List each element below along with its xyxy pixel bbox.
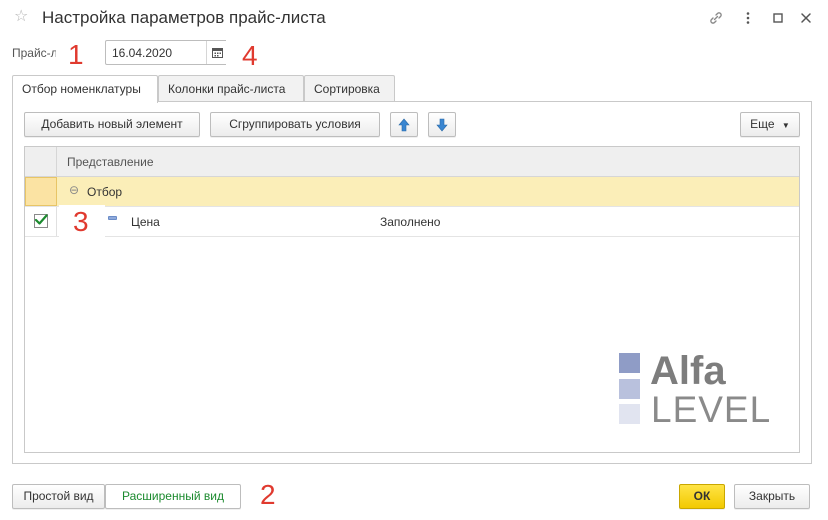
date-value: 16.04.2020 xyxy=(112,46,173,60)
logo-text-alfa: Alfa xyxy=(650,349,726,393)
logo-square xyxy=(619,379,640,399)
logo-square xyxy=(619,353,640,373)
more-button-label: Еще xyxy=(750,117,775,131)
annotation-2: 2 xyxy=(260,479,276,510)
group-conditions-button[interactable]: Сгруппировать условия xyxy=(210,112,380,137)
maximize-icon[interactable] xyxy=(768,8,788,28)
table-row[interactable]: 3 Цена Заполнено xyxy=(25,205,799,239)
row-check-cell[interactable] xyxy=(25,207,57,236)
annotation-3: 3 xyxy=(73,206,89,237)
condition-value: Заполнено xyxy=(380,215,441,229)
window-title: Настройка параметров прайс-листа xyxy=(42,8,326,27)
arrow-up-icon xyxy=(398,118,410,131)
row-checkbox[interactable] xyxy=(34,214,48,228)
header-check-column xyxy=(25,147,57,176)
extended-view-button[interactable]: Расширенный вид xyxy=(105,484,241,509)
dropdown-arrow-icon: ▼ xyxy=(781,121,790,130)
close-icon[interactable] xyxy=(796,8,816,28)
table-header: Представление xyxy=(25,147,799,177)
more-vertical-icon[interactable] xyxy=(738,8,758,28)
move-down-button[interactable] xyxy=(428,112,456,137)
condition-item-icon xyxy=(108,216,117,220)
arrow-down-icon xyxy=(436,118,448,131)
close-button[interactable]: Закрыть xyxy=(734,484,810,509)
collapse-icon[interactable]: ⊖ xyxy=(69,183,79,197)
condition-label: Цена xyxy=(131,215,160,229)
simple-view-button[interactable]: Простой вид xyxy=(12,484,105,509)
annotation-1: 1 xyxy=(68,39,84,70)
date-input[interactable]: 16.04.2020 xyxy=(105,40,229,65)
tab-filter-nomenclature[interactable]: Отбор номенклатуры xyxy=(12,75,158,103)
checkmark-icon xyxy=(34,214,48,225)
move-up-button[interactable] xyxy=(390,112,418,137)
more-button[interactable]: Еще ▼ xyxy=(740,112,800,137)
calendar-icon[interactable] xyxy=(206,41,228,64)
row-check-cell[interactable] xyxy=(25,177,57,206)
logo-text-level: LEVEL xyxy=(651,389,772,430)
table-row-group[interactable]: ⊖ Отбор xyxy=(25,177,799,207)
tab-pricelist-columns[interactable]: Колонки прайс-листа xyxy=(158,75,304,102)
add-element-button[interactable]: Добавить новый элемент xyxy=(24,112,200,137)
annotation-4: 4 xyxy=(242,40,258,71)
column-header-representation: Представление xyxy=(67,155,154,169)
favorite-star-icon[interactable]: ☆ xyxy=(14,8,32,26)
tab-sorting[interactable]: Сортировка xyxy=(304,75,395,102)
logo-square xyxy=(619,404,640,424)
group-label: Отбор xyxy=(87,185,123,199)
link-icon[interactable] xyxy=(706,8,726,28)
ok-button[interactable]: ОК xyxy=(679,484,725,509)
